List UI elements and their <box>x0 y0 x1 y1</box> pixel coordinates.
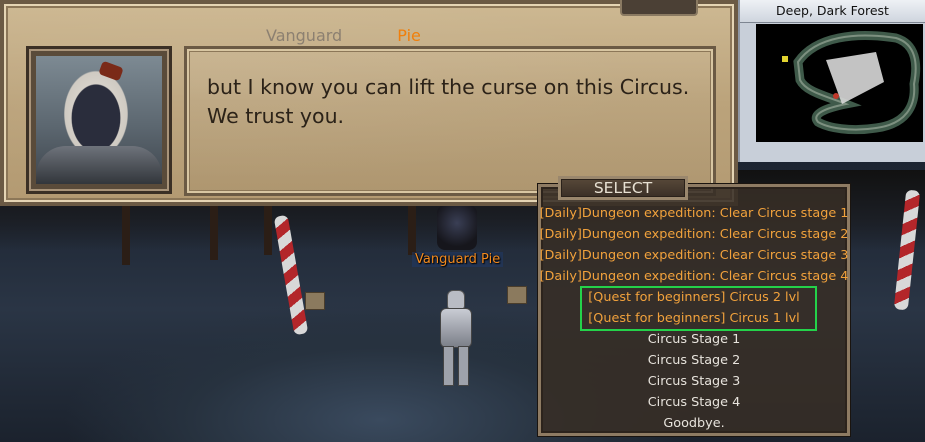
minimap-view[interactable] <box>756 24 923 142</box>
character-head <box>447 290 465 310</box>
minimap-panel: Deep, Dark Forest <box>738 0 925 162</box>
speaker-name: Pie <box>397 26 421 45</box>
npc-portrait <box>36 56 162 184</box>
select-option-circus-stage-2[interactable]: Circus Stage 2 <box>538 351 850 371</box>
character-leg <box>458 346 469 386</box>
wooden-post <box>408 205 416 255</box>
select-option-daily-stage-3[interactable]: [Daily]Dungeon expedition: Clear Circus … <box>538 246 850 266</box>
npc-name-label[interactable]: Vanguard Pie <box>412 252 504 267</box>
character-leg <box>443 346 454 386</box>
dialog-text-box: but I know you can lift the curse on thi… <box>184 46 716 196</box>
select-option-daily-stage-4[interactable]: [Daily]Dungeon expedition: Clear Circus … <box>538 267 850 287</box>
dialog-text-line: but I know you can lift the curse on thi… <box>207 75 690 99</box>
speaker-header: Vanguard Pie <box>266 26 421 45</box>
wooden-post <box>210 205 218 260</box>
hood-accent <box>98 60 124 82</box>
minimap-title: Deep, Dark Forest <box>740 0 925 23</box>
beginner-quest-highlight <box>580 286 817 331</box>
armor-shoulder <box>36 146 162 184</box>
select-option-circus-stage-3[interactable]: Circus Stage 3 <box>538 372 850 392</box>
npc-vanguard-pie[interactable] <box>437 205 477 250</box>
player-character <box>434 290 478 386</box>
select-option-daily-stage-2[interactable]: [Daily]Dungeon expedition: Clear Circus … <box>538 225 850 245</box>
select-menu-title: SELECT <box>558 176 688 200</box>
wooden-post <box>264 205 272 255</box>
select-option-circus-stage-1[interactable]: Circus Stage 1 <box>538 330 850 350</box>
select-option-daily-stage-1[interactable]: [Daily]Dungeon expedition: Clear Circus … <box>538 204 850 224</box>
crate <box>305 292 325 310</box>
character-body <box>440 308 472 348</box>
select-option-goodbye[interactable]: Goodbye. <box>538 414 850 434</box>
dialog-text-line: We trust you. <box>207 104 345 128</box>
crate <box>507 286 527 304</box>
speaker-role: Vanguard <box>266 26 343 45</box>
player-marker-icon <box>833 93 839 99</box>
wooden-post <box>122 205 130 265</box>
npc-portrait-frame <box>26 46 172 194</box>
dialog-close-tab[interactable] <box>620 0 698 16</box>
quest-marker-icon <box>782 56 788 62</box>
minimap-terrain <box>782 31 921 135</box>
dialog-text: but I know you can lift the curse on thi… <box>207 73 703 131</box>
select-option-circus-stage-4[interactable]: Circus Stage 4 <box>538 393 850 413</box>
